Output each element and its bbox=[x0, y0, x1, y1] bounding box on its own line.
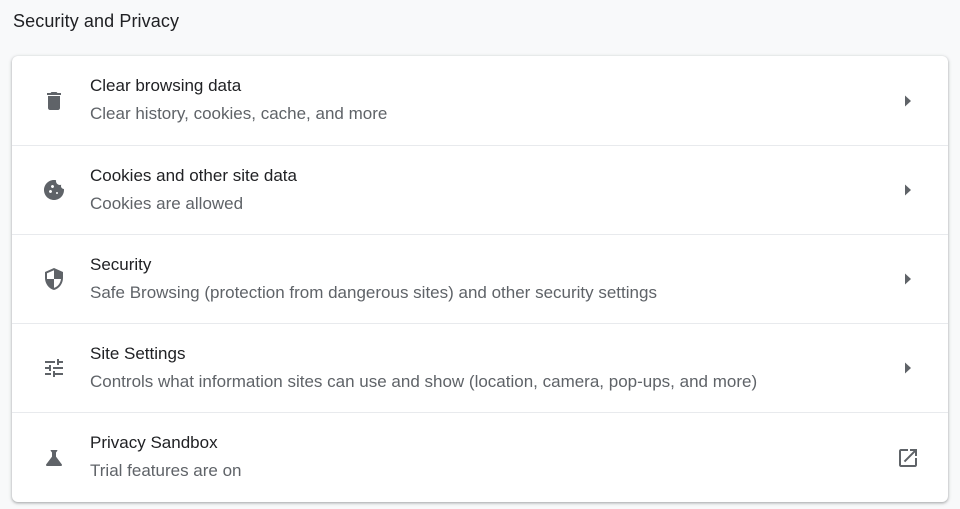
chevron-right-icon[interactable] bbox=[894, 265, 922, 293]
cookies-row[interactable]: Cookies and other site data Cookies are … bbox=[12, 145, 948, 234]
row-label: Privacy Sandbox bbox=[90, 433, 218, 452]
row-sublabel: Trial features are on bbox=[90, 461, 242, 480]
row-label: Security bbox=[90, 255, 152, 274]
row-sublabel: Controls what information sites can use … bbox=[90, 372, 758, 391]
site-settings-row[interactable]: Site Settings Controls what information … bbox=[12, 323, 948, 412]
chevron-right-icon[interactable] bbox=[894, 176, 922, 204]
row-sublabel: Cookies are allowed bbox=[90, 194, 244, 213]
row-label: Clear browsing data bbox=[90, 76, 242, 95]
open-in-new-icon[interactable] bbox=[894, 444, 922, 472]
row-sublabel: Clear history, cookies, cache, and more bbox=[90, 104, 388, 123]
row-label: Cookies and other site data bbox=[90, 166, 297, 185]
row-label: Site Settings bbox=[90, 344, 186, 363]
tune-icon bbox=[40, 354, 68, 382]
chevron-right-icon[interactable] bbox=[894, 354, 922, 382]
trash-icon bbox=[40, 87, 68, 115]
chevron-right-icon[interactable] bbox=[894, 87, 922, 115]
security-privacy-card: Clear browsing data Clear history, cooki… bbox=[12, 56, 948, 502]
security-row[interactable]: Security Safe Browsing (protection from … bbox=[12, 234, 948, 323]
cookie-icon bbox=[40, 176, 68, 204]
clear-browsing-data-row[interactable]: Clear browsing data Clear history, cooki… bbox=[12, 56, 948, 145]
shield-icon bbox=[40, 265, 68, 293]
privacy-sandbox-row[interactable]: Privacy Sandbox Trial features are on bbox=[12, 412, 948, 502]
flask-icon bbox=[40, 444, 68, 472]
section-title: Security and Privacy bbox=[13, 11, 180, 31]
row-sublabel: Safe Browsing (protection from dangerous… bbox=[90, 283, 657, 302]
